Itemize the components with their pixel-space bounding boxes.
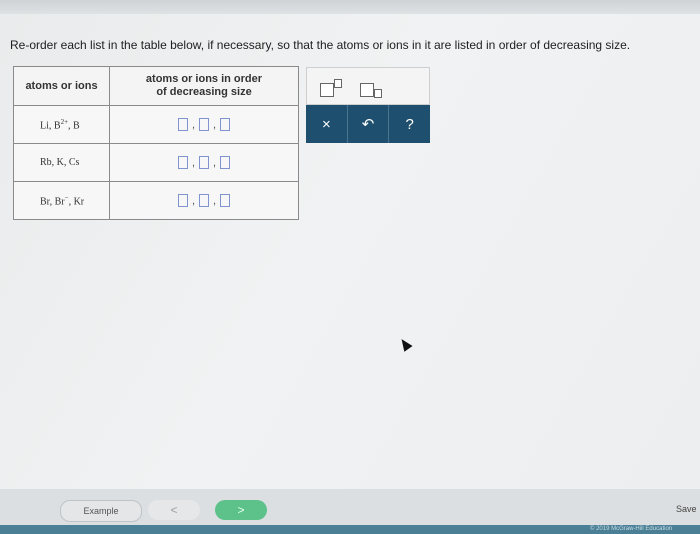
prev-button[interactable]: < [148,500,200,520]
answer-slot[interactable] [220,194,231,207]
subscript-base-icon [360,83,374,97]
answer-slot[interactable] [199,194,209,207]
help-button[interactable]: ? [389,105,430,143]
col-header-atoms: atoms or ions [13,66,110,106]
table-row: Li, B2+, B ,, [13,105,299,144]
table-row: Rb, K, Cs ,, [13,143,299,182]
answer-slot[interactable] [220,118,231,131]
action-toolbar: × ↶ ? [306,105,430,143]
col-header-ordered-line1: atoms or ions in order [145,73,263,85]
answer-slot[interactable] [199,156,209,169]
table-header-row: atoms or ions atoms or ions in order of … [13,66,299,106]
answer-cell[interactable]: ,, [109,181,299,220]
answer-cell[interactable]: ,, [109,143,299,182]
answer-slot[interactable] [220,156,231,169]
clear-button[interactable]: × [306,105,348,143]
answer-slot[interactable] [177,156,188,169]
template-toolbar [306,67,430,105]
save-link[interactable]: Save [676,504,697,514]
row-list-text: Rb, K, Cs [13,143,110,182]
answer-tools: × ↶ ? [306,67,430,143]
col-header-ordered-line2: of decreasing size [156,86,252,98]
superscript-icon [334,79,342,88]
example-button[interactable]: Example [60,500,142,522]
question-text: Re-order each list in the table below, i… [10,38,631,52]
answer-slot[interactable] [199,118,209,131]
table-row: Br, Br−, Kr ,, [13,181,299,220]
copyright-text: © 2019 McGraw-Hill Education [590,526,673,532]
subscript-icon [374,89,382,98]
next-button[interactable]: > [215,500,267,520]
col-header-ordered: atoms or ions in order of decreasing siz… [109,66,299,106]
superscript-button[interactable] [317,77,343,97]
subscript-button[interactable] [357,77,383,98]
superscript-base-icon [320,83,334,97]
atoms-table: atoms or ions atoms or ions in order of … [13,66,299,220]
browser-top-strip [0,0,700,14]
row-list-text: Li, B2+, B [13,105,110,144]
answer-cell[interactable]: ,, [109,105,299,144]
answer-slot[interactable] [177,194,188,207]
row-list-text: Br, Br−, Kr [13,181,110,220]
answer-slot[interactable] [177,118,188,131]
undo-button[interactable]: ↶ [348,105,390,143]
